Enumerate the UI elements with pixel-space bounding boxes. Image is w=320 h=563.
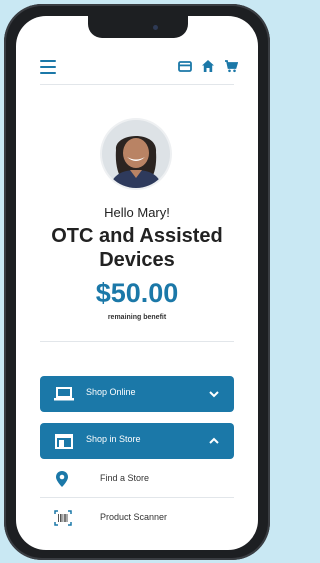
- camera-dot: [153, 25, 158, 30]
- location-pin-icon: [56, 471, 68, 487]
- header-divider: [40, 84, 234, 85]
- laptop-icon: [54, 387, 74, 401]
- find-store-label: Find a Store: [100, 473, 150, 483]
- shop-online-label: Shop Online: [86, 387, 136, 397]
- menu-icon[interactable]: [40, 60, 56, 74]
- barcode-scanner-icon: [54, 510, 72, 526]
- store-icon: [55, 434, 73, 449]
- page-title: OTC and Assisted Devices: [51, 225, 223, 271]
- section-divider: [40, 341, 234, 342]
- benefit-label: remaining benefit: [107, 314, 167, 321]
- benefit-amount: $50.00: [95, 278, 179, 308]
- avatar: [102, 120, 170, 188]
- product-scanner-item[interactable]: Product Scanner: [40, 501, 234, 535]
- chevron-down-icon: [209, 391, 219, 398]
- list-divider: [40, 497, 234, 498]
- shop-in-store-label: Shop in Store: [86, 434, 141, 444]
- shop-online-button[interactable]: Shop Online: [40, 376, 234, 412]
- product-scanner-label: Product Scanner: [100, 512, 168, 522]
- greeting-text: Hello Mary!: [104, 205, 170, 220]
- app-screen: Hello Mary! OTC and Assisted Devices $50…: [16, 16, 258, 550]
- cart-icon[interactable]: [224, 59, 238, 73]
- chevron-up-icon: [209, 437, 219, 444]
- shop-in-store-button[interactable]: Shop in Store: [40, 423, 234, 459]
- header-actions: [178, 59, 238, 73]
- header-bar: [16, 56, 258, 82]
- card-icon[interactable]: [178, 59, 192, 73]
- phone-notch: [88, 16, 188, 38]
- phone-frame: Hello Mary! OTC and Assisted Devices $50…: [4, 4, 270, 560]
- home-icon[interactable]: [201, 59, 215, 73]
- find-store-item[interactable]: Find a Store: [40, 462, 234, 496]
